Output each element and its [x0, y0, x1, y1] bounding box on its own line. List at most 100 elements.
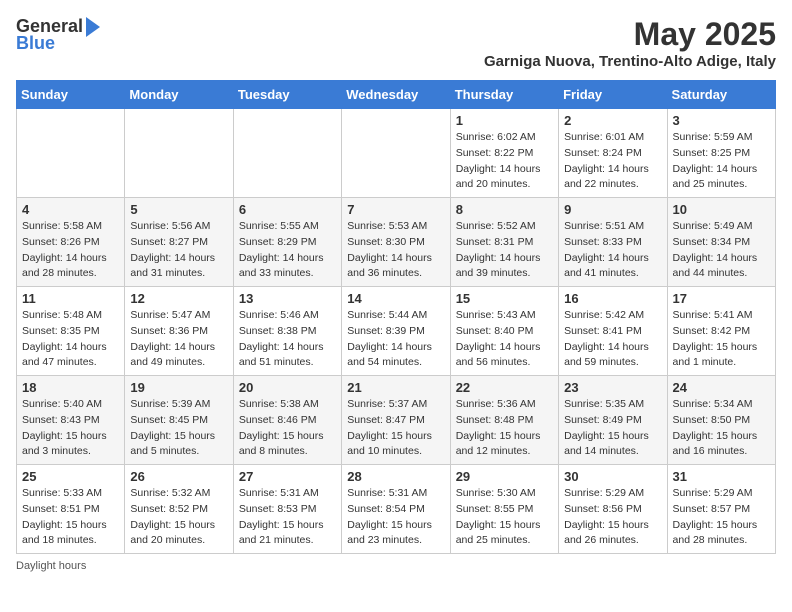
calendar-cell: 20 Sunrise: 5:38 AMSunset: 8:46 PMDayligh…	[233, 376, 341, 465]
calendar-cell: 17 Sunrise: 5:41 AMSunset: 8:42 PMDayligh…	[667, 287, 775, 376]
day-number: 8	[456, 202, 553, 217]
header: General Blue May 2025 Garniga Nuova, Tre…	[16, 16, 776, 70]
day-info: Sunrise: 5:53 AMSunset: 8:30 PMDaylight:…	[347, 219, 444, 282]
day-number: 10	[673, 202, 770, 217]
day-info: Sunrise: 5:46 AMSunset: 8:38 PMDaylight:…	[239, 308, 336, 371]
calendar-cell	[233, 109, 341, 198]
calendar-week-5: 25Sunrise: 5:33 AMSunset: 8:51 PMDayligh…	[17, 465, 776, 554]
day-number: 7	[347, 202, 444, 217]
calendar-cell: 24Sunrise: 5:34 AMSunset: 8:50 PMDayligh…	[667, 376, 775, 465]
calendar-cell: 27Sunrise: 5:31 AMSunset: 8:53 PMDayligh…	[233, 465, 341, 554]
day-number: 6	[239, 202, 336, 217]
day-info: Sunrise: 5:35 AMSunset: 8:49 PMDaylight:…	[564, 397, 661, 460]
calendar-cell: 6 Sunrise: 5:55 AMSunset: 8:29 PMDaylight…	[233, 198, 341, 287]
day-number: 12	[130, 291, 227, 306]
day-number: 20	[239, 380, 336, 395]
calendar-cell: 16 Sunrise: 5:42 AMSunset: 8:41 PMDayligh…	[559, 287, 667, 376]
day-info: Sunrise: 6:02 AMSunset: 8:22 PMDaylight:…	[456, 130, 553, 193]
day-info: Sunrise: 5:37 AMSunset: 8:47 PMDaylight:…	[347, 397, 444, 460]
calendar-cell: 29 Sunrise: 5:30 AMSunset: 8:55 PMDayligh…	[450, 465, 558, 554]
calendar-cell: 4Sunrise: 5:58 AMSunset: 8:26 PMDaylight…	[17, 198, 125, 287]
calendar-cell: 2Sunrise: 6:01 AMSunset: 8:24 PMDaylight…	[559, 109, 667, 198]
calendar-header-saturday: Saturday	[667, 81, 775, 109]
day-info: Sunrise: 5:44 AMSunset: 8:39 PMDaylight:…	[347, 308, 444, 371]
day-number: 5	[130, 202, 227, 217]
calendar-cell	[17, 109, 125, 198]
day-number: 28	[347, 469, 444, 484]
day-number: 30	[564, 469, 661, 484]
day-number: 14	[347, 291, 444, 306]
logo: General Blue	[16, 16, 100, 54]
day-info: Sunrise: 5:59 AMSunset: 8:25 PMDaylight:…	[673, 130, 770, 193]
calendar-cell: 14 Sunrise: 5:44 AMSunset: 8:39 PMDayligh…	[342, 287, 450, 376]
day-number: 25	[22, 469, 119, 484]
calendar-cell: 25Sunrise: 5:33 AMSunset: 8:51 PMDayligh…	[17, 465, 125, 554]
location-subtitle: Garniga Nuova, Trentino-Alto Adige, Ital…	[484, 53, 776, 70]
day-number: 21	[347, 380, 444, 395]
calendar-header-friday: Friday	[559, 81, 667, 109]
day-info: Sunrise: 5:32 AMSunset: 8:52 PMDaylight:…	[130, 486, 227, 549]
day-info: Sunrise: 5:49 AMSunset: 8:34 PMDaylight:…	[673, 219, 770, 282]
calendar-header-monday: Monday	[125, 81, 233, 109]
calendar-cell: 31 Sunrise: 5:29 AMSunset: 8:57 PMDayligh…	[667, 465, 775, 554]
day-number: 19	[130, 380, 227, 395]
day-info: Sunrise: 5:31 AMSunset: 8:54 PMDaylight:…	[347, 486, 444, 549]
calendar-week-4: 18Sunrise: 5:40 AMSunset: 8:43 PMDayligh…	[17, 376, 776, 465]
day-number: 23	[564, 380, 661, 395]
calendar-week-3: 11 Sunrise: 5:48 AMSunset: 8:35 PMDayligh…	[17, 287, 776, 376]
calendar-cell: 10 Sunrise: 5:49 AMSunset: 8:34 PMDayligh…	[667, 198, 775, 287]
calendar-cell: 5 Sunrise: 5:56 AMSunset: 8:27 PMDaylight…	[125, 198, 233, 287]
day-info: Sunrise: 5:34 AMSunset: 8:50 PMDaylight:…	[673, 397, 770, 460]
day-number: 31	[673, 469, 770, 484]
day-info: Sunrise: 5:41 AMSunset: 8:42 PMDaylight:…	[673, 308, 770, 371]
calendar-cell	[125, 109, 233, 198]
logo-blue: Blue	[16, 33, 55, 54]
day-number: 22	[456, 380, 553, 395]
day-info: Sunrise: 5:30 AMSunset: 8:55 PMDaylight:…	[456, 486, 553, 549]
day-info: Sunrise: 5:58 AMSunset: 8:26 PMDaylight:…	[22, 219, 119, 282]
calendar-cell: 7 Sunrise: 5:53 AMSunset: 8:30 PMDaylight…	[342, 198, 450, 287]
day-number: 16	[564, 291, 661, 306]
day-info: Sunrise: 5:55 AMSunset: 8:29 PMDaylight:…	[239, 219, 336, 282]
day-number: 27	[239, 469, 336, 484]
calendar-cell: 1 Sunrise: 6:02 AMSunset: 8:22 PMDaylight…	[450, 109, 558, 198]
calendar-cell: 23 Sunrise: 5:35 AMSunset: 8:49 PMDayligh…	[559, 376, 667, 465]
month-title: May 2025	[484, 16, 776, 53]
day-number: 9	[564, 202, 661, 217]
calendar-cell: 13 Sunrise: 5:46 AMSunset: 8:38 PMDayligh…	[233, 287, 341, 376]
calendar-cell: 30 Sunrise: 5:29 AMSunset: 8:56 PMDayligh…	[559, 465, 667, 554]
day-number: 1	[456, 113, 553, 128]
day-number: 29	[456, 469, 553, 484]
day-info: Sunrise: 5:36 AMSunset: 8:48 PMDaylight:…	[456, 397, 553, 460]
calendar-cell: 28 Sunrise: 5:31 AMSunset: 8:54 PMDayligh…	[342, 465, 450, 554]
day-number: 11	[22, 291, 119, 306]
day-info: Sunrise: 5:40 AMSunset: 8:43 PMDaylight:…	[22, 397, 119, 460]
calendar-week-2: 4Sunrise: 5:58 AMSunset: 8:26 PMDaylight…	[17, 198, 776, 287]
logo-arrow-icon	[86, 17, 100, 37]
calendar-header-thursday: Thursday	[450, 81, 558, 109]
day-info: Sunrise: 5:42 AMSunset: 8:41 PMDaylight:…	[564, 308, 661, 371]
calendar-cell: 26Sunrise: 5:32 AMSunset: 8:52 PMDayligh…	[125, 465, 233, 554]
calendar-cell: 11 Sunrise: 5:48 AMSunset: 8:35 PMDayligh…	[17, 287, 125, 376]
calendar-week-1: 1 Sunrise: 6:02 AMSunset: 8:22 PMDaylight…	[17, 109, 776, 198]
calendar-cell: 15Sunrise: 5:43 AMSunset: 8:40 PMDayligh…	[450, 287, 558, 376]
day-info: Sunrise: 5:29 AMSunset: 8:57 PMDaylight:…	[673, 486, 770, 549]
day-info: Sunrise: 5:56 AMSunset: 8:27 PMDaylight:…	[130, 219, 227, 282]
day-info: Sunrise: 5:29 AMSunset: 8:56 PMDaylight:…	[564, 486, 661, 549]
calendar-cell: 19 Sunrise: 5:39 AMSunset: 8:45 PMDayligh…	[125, 376, 233, 465]
calendar-cell: 9Sunrise: 5:51 AMSunset: 8:33 PMDaylight…	[559, 198, 667, 287]
day-number: 3	[673, 113, 770, 128]
day-info: Sunrise: 5:52 AMSunset: 8:31 PMDaylight:…	[456, 219, 553, 282]
day-info: Sunrise: 5:39 AMSunset: 8:45 PMDaylight:…	[130, 397, 227, 460]
day-info: Sunrise: 5:48 AMSunset: 8:35 PMDaylight:…	[22, 308, 119, 371]
calendar-cell: 3 Sunrise: 5:59 AMSunset: 8:25 PMDaylight…	[667, 109, 775, 198]
footer-note: Daylight hours	[16, 560, 776, 572]
calendar-header-tuesday: Tuesday	[233, 81, 341, 109]
calendar-cell	[342, 109, 450, 198]
calendar-header-row: SundayMondayTuesdayWednesdayThursdayFrid…	[17, 81, 776, 109]
day-number: 17	[673, 291, 770, 306]
day-info: Sunrise: 6:01 AMSunset: 8:24 PMDaylight:…	[564, 130, 661, 193]
calendar-table: SundayMondayTuesdayWednesdayThursdayFrid…	[16, 80, 776, 554]
day-info: Sunrise: 5:38 AMSunset: 8:46 PMDaylight:…	[239, 397, 336, 460]
day-number: 13	[239, 291, 336, 306]
